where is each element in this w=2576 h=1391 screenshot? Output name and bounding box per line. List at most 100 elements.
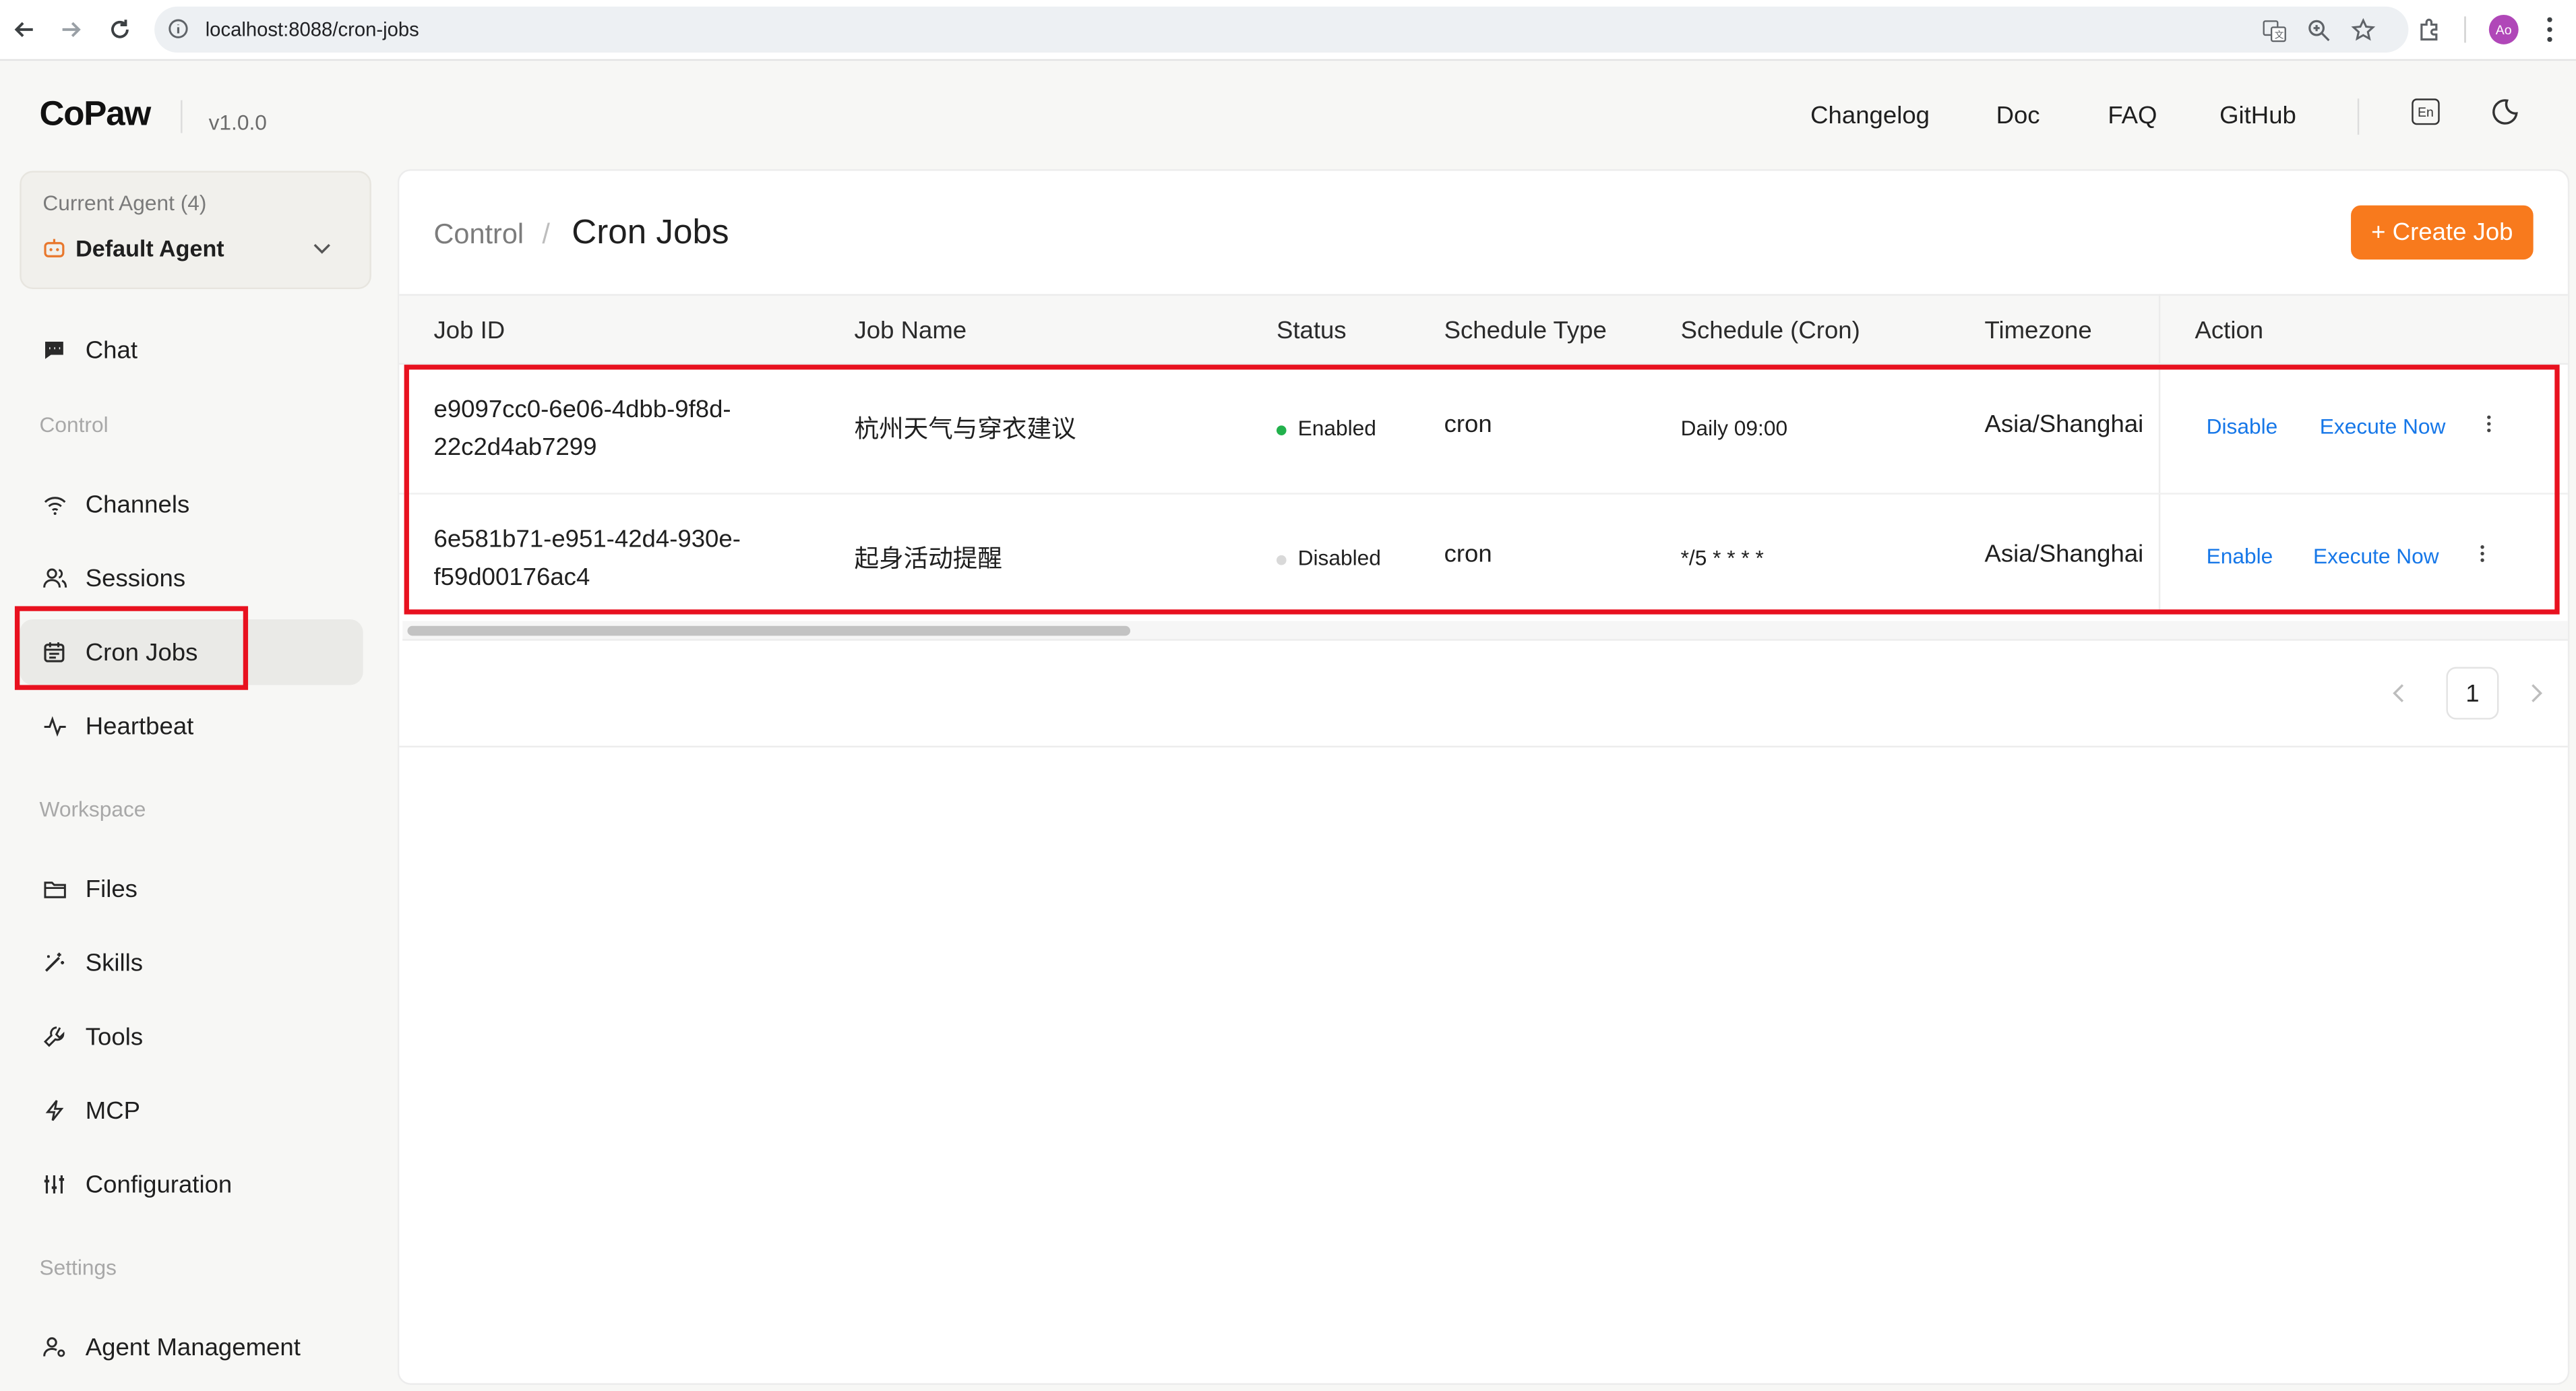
create-job-button[interactable]: + Create Job xyxy=(2351,205,2534,260)
status-badge: Enabled xyxy=(1276,415,1376,441)
site-info-icon[interactable] xyxy=(168,18,189,48)
main-panel: Control / Cron Jobs + Create Job Job ID … xyxy=(397,169,2570,1385)
profile-avatar[interactable]: Ao xyxy=(2488,14,2519,44)
more-icon[interactable] xyxy=(2479,542,2486,568)
sidebar-item-label: Tools xyxy=(85,1022,144,1051)
sidebar-item-configuration[interactable]: Configuration xyxy=(20,1152,363,1218)
horizontal-scrollbar[interactable] xyxy=(402,621,2568,641)
section-control: Control xyxy=(39,412,109,437)
column-header-job-id: Job ID xyxy=(433,317,505,345)
section-settings: Settings xyxy=(39,1255,117,1280)
wrench-icon xyxy=(41,1024,67,1050)
timezone: Asia/Shanghai xyxy=(1984,410,2144,439)
sliders-icon xyxy=(41,1171,67,1198)
timezone: Asia/Shanghai xyxy=(1984,540,2144,569)
nav-github[interactable]: GitHub xyxy=(2219,102,2296,129)
magic-wand-icon xyxy=(41,950,67,976)
status-text: Enabled xyxy=(1297,415,1376,441)
agent-selector[interactable]: Current Agent (4) Default Agent xyxy=(20,171,371,289)
schedule-type: cron xyxy=(1444,540,1492,569)
enable-button[interactable]: Enable xyxy=(2207,544,2273,569)
sidebar-item-channels[interactable]: Channels xyxy=(20,472,363,538)
column-header-action: Action xyxy=(2195,317,2264,345)
sidebar-item-label: Files xyxy=(85,874,137,903)
job-id: 6e581b71-e951-42d4-930e- f59d00176ac4 xyxy=(434,521,795,596)
schedule-type: cron xyxy=(1444,410,1492,439)
sidebar-item-label: MCP xyxy=(85,1096,141,1125)
execute-now-button[interactable]: Execute Now xyxy=(2313,544,2439,569)
reload-icon[interactable] xyxy=(104,13,137,47)
job-id-line: 6e581b71-e951-42d4-930e- xyxy=(433,526,741,554)
breadcrumb-control[interactable]: Control xyxy=(434,218,524,251)
chat-icon xyxy=(41,337,67,363)
column-header-schedule-type: Schedule Type xyxy=(1444,317,1607,345)
schedule-cron: Daily 09:00 xyxy=(1680,415,1788,441)
scrollbar-thumb[interactable] xyxy=(407,625,1130,636)
browser-toolbar: localhost:8088/cron-jobs 文 Ao xyxy=(0,0,2576,61)
disable-button[interactable]: Disable xyxy=(2207,414,2278,439)
sidebar-item-label: Cron Jobs xyxy=(85,638,198,667)
more-icon[interactable] xyxy=(2486,412,2492,439)
folder-icon xyxy=(41,875,67,902)
column-header-timezone: Timezone xyxy=(1984,317,2092,345)
sidebar-item-label: Chat xyxy=(85,336,137,364)
status-dot xyxy=(1276,554,1287,565)
nav-changelog[interactable]: Changelog xyxy=(1810,102,1930,129)
browser-menu-icon[interactable] xyxy=(2543,15,2556,53)
job-id-line: e9097cc0-6e06-4dbb-9f8d- xyxy=(433,396,731,424)
svg-text:文: 文 xyxy=(2275,30,2284,40)
agent-name: Default Agent xyxy=(75,235,224,261)
sidebar-item-cron-jobs[interactable]: Cron Jobs xyxy=(20,619,363,685)
pulse-icon xyxy=(41,713,67,739)
sidebar-item-label: Skills xyxy=(85,948,144,977)
nav-faq[interactable]: FAQ xyxy=(2108,102,2157,129)
language-icon[interactable]: En xyxy=(2412,98,2440,125)
page-title: Cron Jobs xyxy=(572,213,729,251)
sidebar-item-heartbeat[interactable]: Heartbeat xyxy=(20,693,363,760)
sidebar-item-chat[interactable]: Chat xyxy=(20,317,363,383)
execute-now-button[interactable]: Execute Now xyxy=(2320,414,2446,439)
extensions-icon[interactable] xyxy=(2417,16,2443,51)
sidebar-item-skills[interactable]: Skills xyxy=(20,930,363,996)
translate-icon[interactable]: 文 xyxy=(2262,18,2288,44)
job-name: 杭州天气与穿衣建议 xyxy=(854,415,1076,444)
zoom-icon[interactable] xyxy=(2306,18,2333,44)
pagination-page[interactable]: 1 xyxy=(2446,667,2499,720)
robot-icon xyxy=(42,237,65,268)
bookmark-star-icon[interactable] xyxy=(2351,18,2377,44)
sidebar-item-label: Agent Management xyxy=(85,1333,301,1361)
sidebar-item-sessions[interactable]: Sessions xyxy=(20,545,363,611)
table-row: 6e581b71-e951-42d4-930e- f59d00176ac4 起身… xyxy=(399,495,2568,625)
logo-divider xyxy=(181,100,183,133)
theme-toggle-icon[interactable] xyxy=(2490,97,2520,135)
sidebar-item-label: Sessions xyxy=(85,564,186,592)
table-header: Job ID Job Name Status Schedule Type Sch… xyxy=(399,294,2568,365)
table-row: e9097cc0-6e06-4dbb-9f8d- 22c2d4ab7299 杭州… xyxy=(399,365,2568,495)
section-workspace: Workspace xyxy=(39,797,146,822)
lightning-icon xyxy=(41,1097,67,1123)
sidebar-item-agent-management[interactable]: Agent Management xyxy=(20,1314,363,1380)
pagination-next-icon[interactable] xyxy=(2530,682,2544,710)
agent-caption: Current Agent (4) xyxy=(42,190,207,216)
forward-icon[interactable] xyxy=(54,13,87,47)
header-divider xyxy=(2357,98,2360,135)
column-header-status: Status xyxy=(1276,317,1347,345)
user-settings-icon xyxy=(41,1334,67,1360)
wifi-icon xyxy=(41,491,67,518)
app-version: v1.0.0 xyxy=(208,110,267,135)
pagination-prev-icon[interactable] xyxy=(2392,682,2405,710)
address-bar[interactable]: localhost:8088/cron-jobs 文 xyxy=(154,6,2409,53)
chevron-down-icon[interactable] xyxy=(311,237,334,268)
job-id-line: f59d00176ac4 xyxy=(433,563,590,592)
sidebar-item-mcp[interactable]: MCP xyxy=(20,1078,363,1144)
sidebar-item-label: Configuration xyxy=(85,1170,233,1199)
toolbar-divider xyxy=(2464,16,2466,43)
nav-doc[interactable]: Doc xyxy=(1996,102,2040,129)
app-logo[interactable]: CoPaw xyxy=(40,95,152,135)
column-header-schedule-cron: Schedule (Cron) xyxy=(1680,317,1860,345)
sidebar-item-files[interactable]: Files xyxy=(20,856,363,922)
column-header-job-name: Job Name xyxy=(854,317,967,345)
status-badge: Disabled xyxy=(1276,545,1381,570)
back-icon[interactable] xyxy=(8,13,41,47)
sidebar-item-tools[interactable]: Tools xyxy=(20,1003,363,1070)
